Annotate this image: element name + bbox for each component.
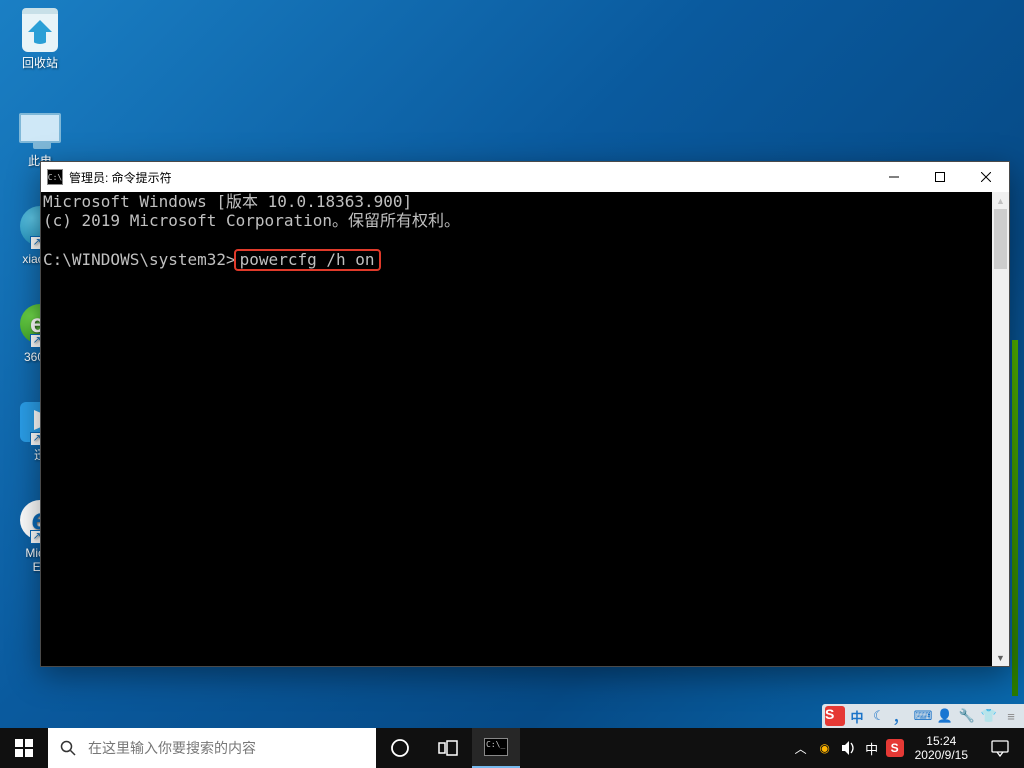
term-line-version: Microsoft Windows [版本 10.0.18363.900] [43,192,412,211]
taskbar-item-cmd[interactable]: C:\_ [472,728,520,768]
scroll-down-button[interactable]: ▼ [992,649,1009,666]
tray-sogou-icon[interactable]: S [883,728,907,768]
pc-icon [19,113,61,143]
desktop-icon-this-pc[interactable]: 此电 [2,104,78,168]
minimize-button[interactable] [871,162,917,192]
tray-date: 2020/9/15 [915,748,968,762]
scroll-thumb[interactable] [994,209,1007,269]
ime-sogou-icon[interactable]: S [824,705,846,727]
cmd-window: C:\ 管理员: 命令提示符 Microsoft Windows [版本 10.… [40,161,1010,667]
term-command-highlight: powercfg /h on [234,249,381,271]
window-titlebar[interactable]: C:\ 管理员: 命令提示符 [41,162,1009,192]
ime-punct-icon[interactable]: ， [890,705,912,727]
green-meter-bar [1012,340,1018,696]
tray-volume-icon[interactable] [837,728,861,768]
ime-moon-icon[interactable]: ☾ [868,705,890,727]
desktop-icon-label: 回收站 [2,56,78,70]
tray-overflow-button[interactable]: ︿ [789,728,813,768]
ime-lang-cn[interactable]: 中 [846,705,868,727]
action-center-button[interactable] [976,739,1024,757]
term-prompt: C:\WINDOWS\system32> [43,250,236,269]
ime-float-toolbar[interactable]: S 中 ☾ ， ⌨ 👤 🔧 👕 ≡ [822,704,1024,728]
tray-ime-lang[interactable]: 中 [861,728,883,768]
window-title: 管理员: 命令提示符 [69,169,172,186]
vertical-scrollbar[interactable]: ▲ ▼ [992,192,1009,666]
cmd-taskbar-icon: C:\_ [484,738,508,756]
desktop-icon-recycle-bin[interactable]: 回收站 [2,6,78,70]
recycle-bin-icon [22,8,58,52]
search-placeholder: 在这里输入你要搜索的内容 [88,738,256,758]
term-line-copyright: (c) 2019 Microsoft Corporation。保留所有权利。 [43,211,460,230]
scroll-up-button[interactable]: ▲ [992,192,1009,209]
cmd-app-icon: C:\ [47,169,63,185]
tray-time: 15:24 [915,734,968,748]
cortana-button[interactable] [376,728,424,768]
windows-logo-icon [15,739,33,757]
tray-clock[interactable]: 15:24 2020/9/15 [907,734,976,762]
tray-security-icon[interactable]: ◉ [813,728,837,768]
ime-menu-icon[interactable]: ≡ [1000,705,1022,727]
task-view-button[interactable] [424,728,472,768]
taskbar: 在这里输入你要搜索的内容 C:\_ ︿ ◉ 中 S 15:24 2020/9/1… [0,728,1024,768]
ime-tools-icon[interactable]: 🔧 [956,705,978,727]
search-icon [48,740,88,756]
start-button[interactable] [0,728,48,768]
system-tray: ︿ ◉ 中 S 15:24 2020/9/15 [789,728,1024,768]
scroll-track[interactable] [992,209,1009,649]
ime-person-icon[interactable]: 👤 [934,705,956,727]
taskbar-search[interactable]: 在这里输入你要搜索的内容 [48,728,376,768]
maximize-button[interactable] [917,162,963,192]
ime-hanger-icon[interactable]: 👕 [978,705,1000,727]
ime-keyboard-icon[interactable]: ⌨ [912,705,934,727]
terminal-output[interactable]: Microsoft Windows [版本 10.0.18363.900] (c… [41,192,992,666]
close-button[interactable] [963,162,1009,192]
